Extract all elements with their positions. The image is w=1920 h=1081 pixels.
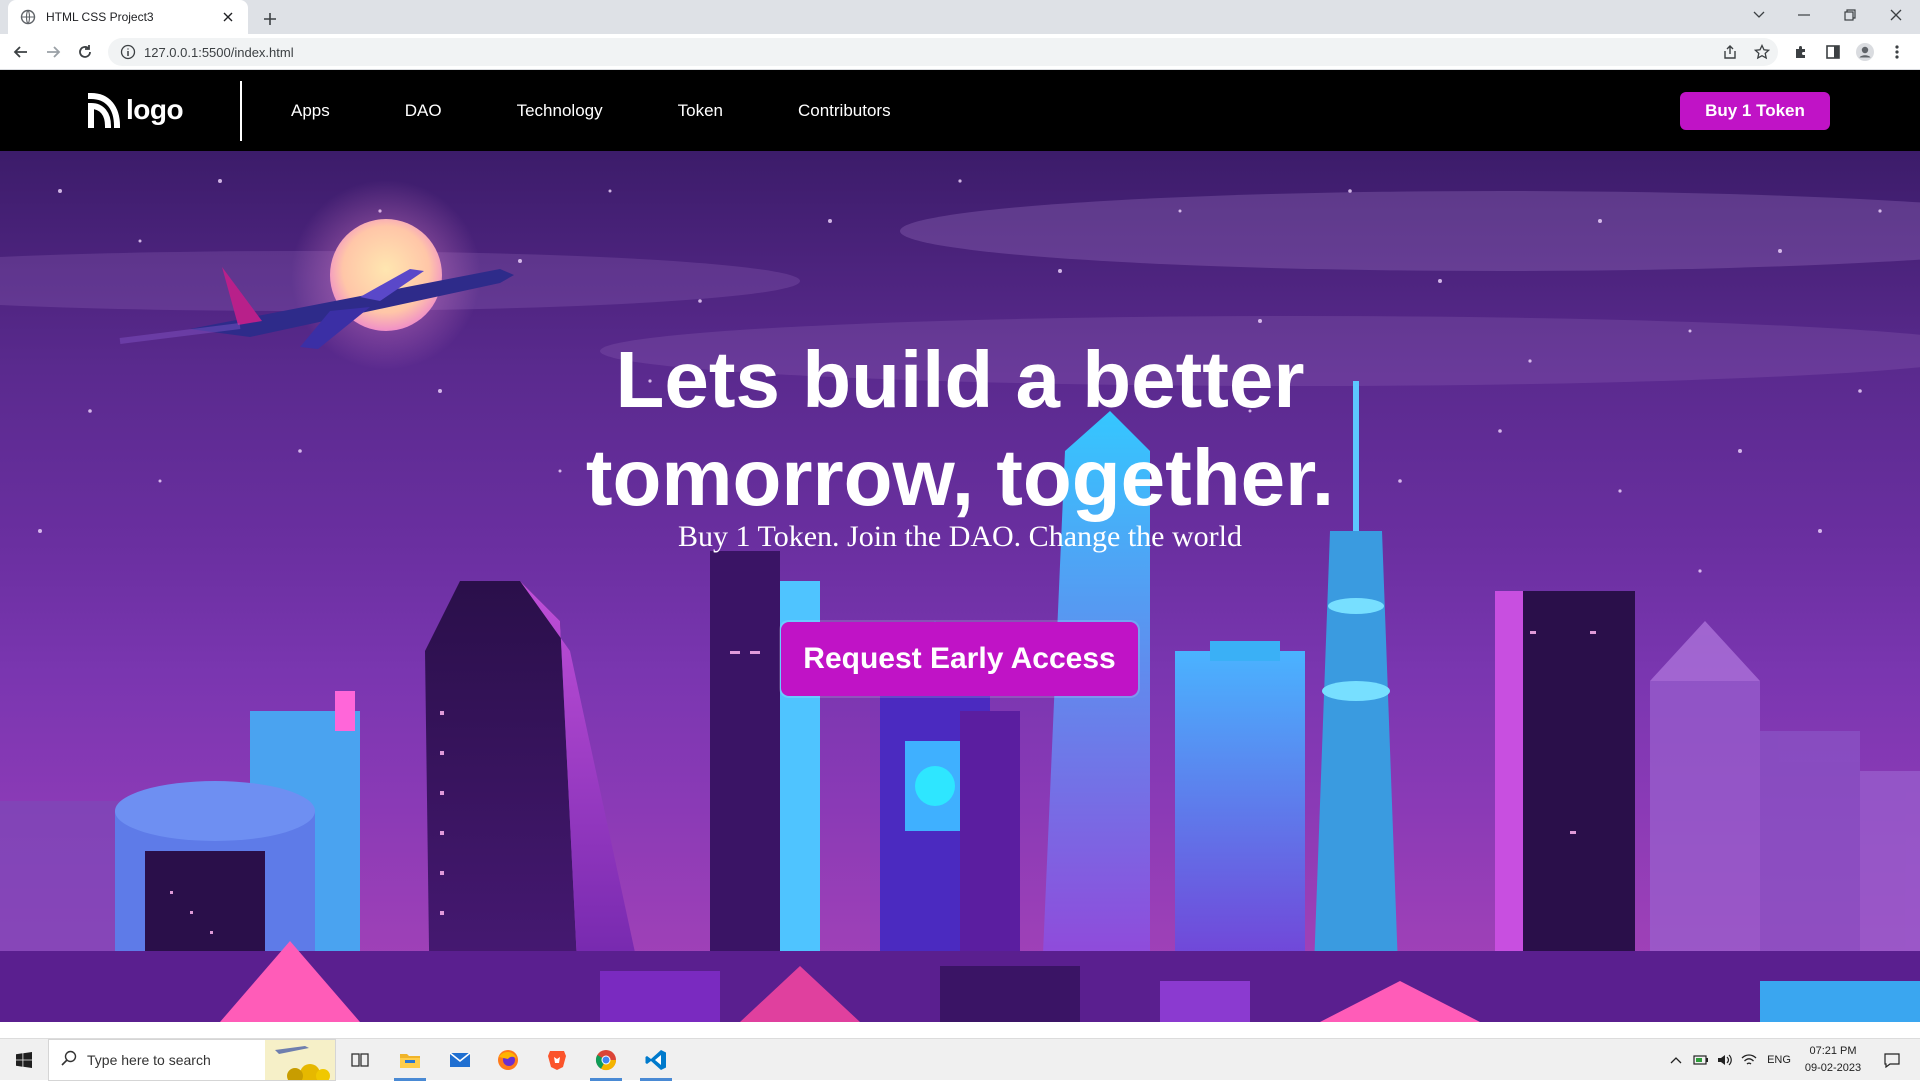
- globe-icon: [20, 9, 36, 25]
- share-icon[interactable]: [1718, 40, 1742, 64]
- restore-icon[interactable]: [1827, 0, 1873, 30]
- battery-icon[interactable]: [1690, 1039, 1712, 1081]
- navbar: logo Apps DAO Technology Token Contribut…: [0, 70, 1920, 151]
- nav-link-apps[interactable]: Apps: [291, 101, 330, 121]
- hero-title-line2: tomorrow, together.: [585, 433, 1335, 522]
- chevron-down-icon[interactable]: [1736, 0, 1782, 30]
- info-icon[interactable]: [120, 44, 136, 60]
- logo-text: logo: [126, 94, 184, 125]
- menu-icon[interactable]: [1885, 40, 1909, 64]
- notification-icon[interactable]: [1872, 1039, 1912, 1081]
- hero-title-line1: Lets build a better: [615, 335, 1305, 424]
- taskbar-search-box[interactable]: Type here to search: [48, 1039, 336, 1081]
- nav-links: Apps DAO Technology Token Contributors: [291, 70, 966, 151]
- firefox-icon[interactable]: [484, 1039, 532, 1081]
- wifi-icon[interactable]: [1738, 1039, 1760, 1081]
- taskview-icon[interactable]: [336, 1039, 384, 1081]
- hero-subtitle: Buy 1 Token. Join the DAO. Change the wo…: [678, 520, 1242, 553]
- minimize-icon[interactable]: [1781, 0, 1827, 30]
- hero-background-illustration: [0, 179, 1920, 1022]
- url-text: 127.0.0.1:5500/index.html: [144, 44, 294, 60]
- hero-section: Lets build a better tomorrow, together. …: [0, 151, 1920, 1022]
- chevron-up-icon[interactable]: [1664, 1039, 1688, 1081]
- brave-icon[interactable]: [533, 1039, 581, 1081]
- address-bar[interactable]: 127.0.0.1:5500/index.html: [108, 38, 1778, 66]
- browser-tab[interactable]: HTML CSS Project3: [8, 0, 248, 34]
- logo[interactable]: logo: [87, 88, 184, 133]
- taskbar: Type here to search ENG 07:21 PM 09-02-2…: [0, 1038, 1920, 1081]
- volume-icon[interactable]: [1714, 1039, 1736, 1081]
- back-icon[interactable]: [9, 40, 33, 64]
- profile-icon[interactable]: [1853, 40, 1877, 64]
- nav-link-dao[interactable]: DAO: [405, 101, 442, 121]
- language-indicator[interactable]: ENG: [1762, 1039, 1796, 1081]
- close-icon[interactable]: [220, 9, 236, 25]
- search-icon: [61, 1050, 77, 1071]
- clock-time: 07:21 PM: [1809, 1045, 1857, 1057]
- tab-title: HTML CSS Project3: [46, 10, 154, 24]
- clock-date: 09-02-2023: [1804, 1062, 1862, 1074]
- reload-icon[interactable]: [73, 40, 97, 64]
- hero-title: Lets build a better tomorrow, together.: [0, 331, 1920, 527]
- nav-link-technology[interactable]: Technology: [517, 101, 603, 121]
- close-window-icon[interactable]: [1873, 0, 1919, 30]
- sidepanel-icon[interactable]: [1821, 40, 1845, 64]
- nav-link-token[interactable]: Token: [678, 101, 723, 121]
- browser-toolbar: 127.0.0.1:5500/index.html: [0, 34, 1920, 70]
- plus-icon[interactable]: [258, 7, 282, 31]
- logo-mark-icon: [87, 88, 121, 133]
- extensions-icon[interactable]: [1789, 40, 1813, 64]
- nav-link-contributors[interactable]: Contributors: [798, 101, 891, 121]
- windows-icon[interactable]: [0, 1039, 48, 1081]
- search-placeholder: Type here to search: [87, 1052, 211, 1068]
- star-icon[interactable]: [1750, 40, 1774, 64]
- search-highlight-image: [265, 1040, 335, 1080]
- buy-token-button[interactable]: Buy 1 Token: [1680, 92, 1830, 130]
- chrome-icon[interactable]: [582, 1039, 630, 1081]
- nav-divider: [240, 81, 242, 141]
- request-early-access-button[interactable]: Request Early Access: [781, 622, 1138, 696]
- forward-icon[interactable]: [41, 40, 65, 64]
- file-explorer-icon[interactable]: [386, 1039, 434, 1081]
- web-page: logo Apps DAO Technology Token Contribut…: [0, 70, 1920, 1022]
- mail-icon[interactable]: [436, 1039, 484, 1081]
- browser-tabstrip: HTML CSS Project3: [0, 0, 1920, 34]
- clock[interactable]: 07:21 PM 09-02-2023: [1798, 1043, 1868, 1077]
- vscode-icon[interactable]: [632, 1039, 680, 1081]
